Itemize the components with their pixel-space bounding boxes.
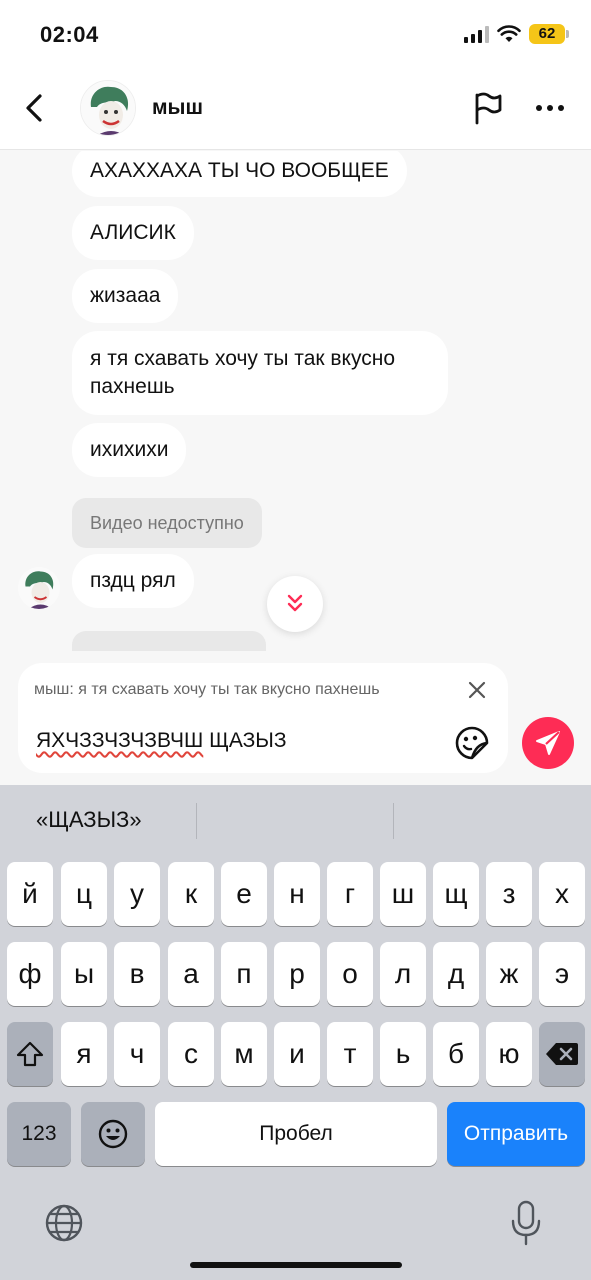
back-button[interactable] bbox=[14, 88, 54, 128]
key-letter[interactable]: и bbox=[274, 1022, 320, 1086]
battery-icon: 62 bbox=[529, 24, 569, 44]
keyboard-send-key[interactable]: Отправить bbox=[447, 1102, 585, 1166]
message-bubble[interactable]: жизааа bbox=[72, 269, 179, 323]
smiley-icon bbox=[98, 1119, 128, 1149]
message-input[interactable]: ЯХЧЗЗЧЗЧЗВЧШ ЩАЗЫЗ bbox=[36, 729, 287, 753]
suggestion-item[interactable]: «ЩАЗЫЗ» bbox=[36, 807, 142, 833]
sender-avatar[interactable] bbox=[18, 567, 60, 609]
status-icons: 62 bbox=[464, 24, 569, 44]
suggestion-divider bbox=[393, 803, 394, 839]
key-letter[interactable]: д bbox=[433, 942, 479, 1006]
key-letter[interactable]: ж bbox=[486, 942, 532, 1006]
key-letter[interactable]: ю bbox=[486, 1022, 532, 1086]
key-letter[interactable]: х bbox=[539, 862, 585, 926]
key-letter[interactable]: э bbox=[539, 942, 585, 1006]
shift-icon bbox=[16, 1041, 44, 1067]
message-text: пздц рял bbox=[90, 569, 176, 592]
send-icon bbox=[536, 731, 560, 755]
key-letter[interactable]: о bbox=[327, 942, 373, 1006]
reply-preview: мыш: я тя схавать хочу ты так вкусно пах… bbox=[34, 681, 380, 698]
key-letter[interactable]: в bbox=[114, 942, 160, 1006]
key-letter[interactable]: я bbox=[61, 1022, 107, 1086]
message-text: АЛИСИК bbox=[90, 221, 176, 244]
message-text-line: пахнешь bbox=[90, 375, 175, 398]
backspace-icon bbox=[546, 1043, 578, 1065]
suggestion-divider bbox=[196, 803, 197, 839]
key-letter[interactable]: г bbox=[327, 862, 373, 926]
key-letter[interactable]: ф bbox=[7, 942, 53, 1006]
misspelled-word: ЯХЧЗЗЧЗЧЗВЧШ bbox=[36, 729, 204, 752]
key-letter[interactable]: с bbox=[168, 1022, 214, 1086]
keyboard: «ЩАЗЫЗ» й ц у к е н г ш щ з х ф ы в а п … bbox=[0, 785, 591, 1280]
shift-key[interactable] bbox=[7, 1022, 53, 1086]
emoji-sticker-icon bbox=[455, 726, 489, 760]
space-key[interactable]: Пробел bbox=[155, 1102, 437, 1166]
key-letter[interactable]: ш bbox=[380, 862, 426, 926]
double-chevron-down-icon bbox=[287, 594, 303, 612]
globe-icon bbox=[45, 1204, 83, 1242]
status-time: 02:04 bbox=[40, 22, 99, 47]
send-button[interactable] bbox=[522, 717, 574, 769]
key-letter[interactable]: м bbox=[221, 1022, 267, 1086]
message-bubble[interactable]: АЛИСИК bbox=[72, 206, 194, 260]
message-bubble[interactable]: пздц рял bbox=[72, 554, 194, 608]
emoji-button[interactable] bbox=[454, 725, 490, 761]
message-text: ихихихи bbox=[90, 438, 169, 461]
key-letter[interactable]: у bbox=[114, 862, 160, 926]
key-letter[interactable]: т bbox=[327, 1022, 373, 1086]
message-list[interactable]: АХАХХАХА ТЫ ЧО ВООБЩЕЕ АЛИСИК жизааа я т… bbox=[0, 151, 591, 651]
key-letter[interactable]: щ bbox=[433, 862, 479, 926]
emoji-keyboard-key[interactable] bbox=[81, 1102, 145, 1166]
chat-header: мыш bbox=[0, 70, 591, 150]
battery-level: 62 bbox=[538, 25, 556, 42]
key-letter[interactable]: ц bbox=[61, 862, 107, 926]
numbers-key[interactable]: 123 bbox=[7, 1102, 71, 1166]
message-text: жизааа bbox=[90, 284, 161, 307]
cellular-signal-icon bbox=[464, 25, 489, 43]
wifi-icon bbox=[497, 25, 521, 42]
more-options-button[interactable] bbox=[530, 88, 570, 128]
key-letter[interactable]: з bbox=[486, 862, 532, 926]
key-letter[interactable]: п bbox=[221, 942, 267, 1006]
key-letter[interactable]: н bbox=[274, 862, 320, 926]
message-bubble[interactable]: я тя схавать хочу ты так вкусно пахнешь bbox=[72, 331, 448, 415]
cancel-reply-button[interactable] bbox=[466, 679, 488, 701]
key-letter[interactable]: ч bbox=[114, 1022, 160, 1086]
chevron-left-icon bbox=[26, 94, 42, 122]
home-indicator bbox=[190, 1262, 402, 1268]
contact-avatar[interactable] bbox=[80, 80, 136, 136]
microphone-icon bbox=[511, 1200, 541, 1246]
dot-icon bbox=[547, 105, 553, 111]
flag-icon bbox=[475, 92, 502, 125]
key-letter[interactable]: р bbox=[274, 942, 320, 1006]
message-text: АХАХХАХА ТЫ ЧО ВООБЩЕЕ bbox=[90, 159, 389, 182]
key-letter[interactable]: б bbox=[433, 1022, 479, 1086]
input-text: ЩАЗЫЗ bbox=[203, 729, 287, 752]
scroll-to-bottom-button[interactable] bbox=[267, 576, 323, 632]
dot-icon bbox=[536, 105, 542, 111]
partial-message-bubble bbox=[72, 631, 266, 651]
key-letter[interactable]: к bbox=[168, 862, 214, 926]
message-bubble[interactable]: АХАХХАХА ТЫ ЧО ВООБЩЕЕ bbox=[72, 151, 407, 197]
dictation-button[interactable] bbox=[508, 1199, 544, 1247]
message-text: Видео недоступно bbox=[90, 512, 244, 533]
video-unavailable-bubble: Видео недоступно bbox=[72, 498, 262, 548]
key-letter[interactable]: й bbox=[7, 862, 53, 926]
globe-button[interactable] bbox=[44, 1203, 84, 1243]
message-composer[interactable]: мыш: я тя схавать хочу ты так вкусно пах… bbox=[18, 663, 508, 773]
contact-name[interactable]: мыш bbox=[152, 96, 203, 120]
suggestion-bar: «ЩАЗЫЗ» bbox=[0, 785, 591, 857]
key-letter[interactable]: ь bbox=[380, 1022, 426, 1086]
message-bubble[interactable]: ихихихи bbox=[72, 423, 187, 477]
report-button[interactable] bbox=[468, 88, 508, 128]
key-letter[interactable]: ы bbox=[61, 942, 107, 1006]
backspace-key[interactable] bbox=[539, 1022, 585, 1086]
key-letter[interactable]: е bbox=[221, 862, 267, 926]
key-letter[interactable]: л bbox=[380, 942, 426, 1006]
message-text-line: я тя схавать хочу ты так вкусно bbox=[90, 347, 396, 370]
dot-icon bbox=[558, 105, 564, 111]
status-bar: 02:04 62 bbox=[0, 0, 591, 70]
key-letter[interactable]: а bbox=[168, 942, 214, 1006]
close-icon bbox=[468, 681, 486, 699]
